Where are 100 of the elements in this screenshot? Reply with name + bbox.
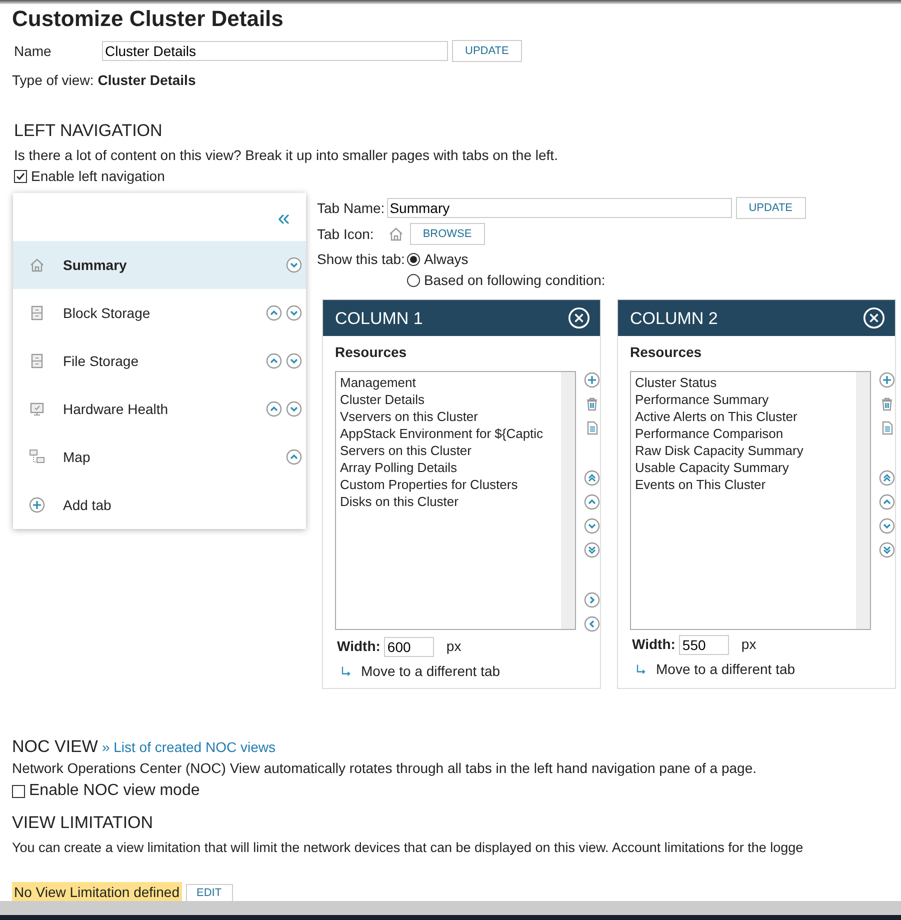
- resource-item[interactable]: Custom Properties for Clusters: [340, 476, 518, 494]
- collapse-button[interactable]: «: [278, 200, 290, 234]
- radio-button[interactable]: [406, 253, 420, 266]
- navigation-tab[interactable]: Hardware Health: [13, 385, 306, 434]
- section-description: Is there a lot of content on this view? Break it up into smaller pages with tabs on the left.: [13, 146, 559, 166]
- show-tab-label: Show this tab:: [317, 250, 405, 270]
- tab-name-label: Tab Name:: [317, 198, 385, 218]
- resource-item[interactable]: Cluster Details: [340, 391, 425, 408]
- home-icon: [388, 226, 404, 242]
- resources-label: Resources: [335, 343, 408, 362]
- horizontal-scrollbar[interactable]: [0, 901, 901, 915]
- section-heading: LEFT NAVIGATION: [13, 121, 164, 142]
- resource-item[interactable]: Active Alerts on This Cluster: [635, 408, 798, 426]
- move-bottom-icon[interactable]: [879, 542, 895, 558]
- update-button[interactable]: UPDATE: [452, 40, 522, 62]
- checkbox[interactable]: [12, 784, 25, 798]
- unit-label: px: [446, 637, 462, 656]
- limitation-status: No View Limitation defined: [12, 882, 182, 904]
- move-down-icon[interactable]: [286, 401, 302, 418]
- move-up-icon[interactable]: [286, 449, 302, 466]
- move-down-icon[interactable]: [584, 518, 600, 534]
- resource-item[interactable]: Performance Comparison: [635, 425, 784, 442]
- name-input[interactable]: Cluster Details: [102, 41, 448, 61]
- radio-label: Based on following condition:: [424, 271, 606, 290]
- navigation-tab[interactable]: Block Storage: [13, 289, 306, 338]
- home-icon: [29, 257, 45, 274]
- resource-item[interactable]: Performance Summary: [635, 391, 769, 408]
- resource-item[interactable]: Usable Capacity Summary: [635, 459, 789, 476]
- radio-label: Always: [424, 250, 468, 270]
- resource-item[interactable]: Cluster Status: [635, 374, 717, 392]
- resource-item[interactable]: Array Polling Details: [340, 459, 458, 476]
- move-down-icon[interactable]: [286, 257, 302, 274]
- plus-icon: [29, 497, 45, 514]
- navigation-tab[interactable]: Summary: [13, 241, 306, 290]
- listbox-scrollbar[interactable]: [856, 372, 870, 630]
- resource-item[interactable]: Raw Disk Capacity Summary: [635, 442, 804, 460]
- resource-listbox[interactable]: Cluster Status Performance Summary Active Alerts on This Cluster Performance Comparison Raw Disk Capacity Summary Usable Capacity Summary Events on This Cluster: [630, 371, 871, 630]
- move-tab-link[interactable]: Move to a different tab: [361, 661, 500, 682]
- section-description: Network Operations Center (NOC) View automatically rotates through all tabs in the left hand navigation pane of a page.: [12, 759, 758, 778]
- move-up-icon[interactable]: [584, 494, 600, 510]
- navigation-tab[interactable]: File Storage: [13, 337, 306, 386]
- navigation-tab[interactable]: Map: [13, 433, 306, 482]
- section-description: You can create a view limitation that will limit the network devices that can be displayed on this view. Account limitations for the logge: [12, 838, 804, 857]
- move-down-icon[interactable]: [286, 305, 302, 322]
- move-tab-link[interactable]: Move to a different tab: [656, 659, 796, 680]
- cabinet-icon: [29, 353, 45, 370]
- column-title: COLUMN 2: [630, 308, 718, 330]
- add-icon[interactable]: [584, 372, 600, 388]
- checkbox-label: Enable NOC view mode: [29, 781, 200, 802]
- section-heading: NOC VIEW: [12, 737, 98, 758]
- delete-icon[interactable]: [879, 396, 895, 412]
- cabinet-icon: [29, 305, 45, 322]
- name-label: Name: [13, 42, 52, 60]
- network-icon: [29, 449, 45, 466]
- edit-button[interactable]: EDIT: [186, 884, 233, 902]
- resource-item[interactable]: Management: [340, 374, 416, 392]
- resource-listbox[interactable]: Management Cluster Details Vservers on this Cluster AppStack Environment for ${Captic Servers on this Cluster Array Polling Details Custom Properties for Clusters Disks on this Cluster: [335, 371, 576, 630]
- add-icon[interactable]: [879, 372, 895, 388]
- resource-item[interactable]: Vservers on this Cluster: [340, 408, 478, 426]
- resource-item[interactable]: Disks on this Cluster: [340, 493, 458, 510]
- move-top-icon[interactable]: [879, 470, 895, 486]
- width-input[interactable]: 600: [384, 636, 434, 657]
- tab-icon-label: Tab Icon:: [317, 224, 374, 244]
- return-arrow-icon: [339, 664, 353, 679]
- resources-label: Resources: [630, 343, 703, 362]
- checkbox[interactable]: [14, 170, 27, 184]
- delete-icon[interactable]: [584, 396, 600, 412]
- browse-button[interactable]: BROWSE: [410, 223, 485, 246]
- move-down-icon[interactable]: [879, 518, 895, 534]
- move-up-icon[interactable]: [266, 401, 282, 418]
- move-bottom-icon[interactable]: [584, 542, 600, 558]
- width-label: Width:: [632, 635, 676, 654]
- unit-label: px: [741, 635, 756, 654]
- update-button[interactable]: UPDATE: [736, 197, 806, 220]
- column-title: COLUMN 1: [335, 308, 423, 330]
- close-icon[interactable]: [863, 307, 885, 330]
- checkbox-label: Enable left navigation: [31, 167, 165, 186]
- add-tab-link[interactable]: Add tab: [13, 481, 306, 530]
- move-up-icon[interactable]: [266, 353, 282, 370]
- move-up-icon[interactable]: [879, 494, 895, 510]
- type-of-view-value: Cluster Details: [98, 71, 196, 90]
- listbox-scrollbar[interactable]: [561, 372, 575, 630]
- section-heading: VIEW LIMITATION: [12, 813, 154, 834]
- resource-item[interactable]: AppStack Environment for ${Captic: [340, 425, 544, 442]
- width-label: Width:: [337, 637, 380, 656]
- return-arrow-icon: [634, 662, 648, 677]
- resource-item[interactable]: Servers on this Cluster: [340, 442, 472, 460]
- close-icon[interactable]: [568, 307, 590, 330]
- monitor-icon: [29, 401, 45, 418]
- move-right-icon[interactable]: [584, 592, 600, 608]
- move-up-icon[interactable]: [266, 305, 282, 322]
- tab-name-input[interactable]: Summary: [386, 198, 732, 218]
- move-left-icon[interactable]: [584, 616, 600, 632]
- resource-item[interactable]: Events on This Cluster: [635, 476, 766, 494]
- type-of-view-label: Type of view:: [12, 71, 94, 90]
- move-down-icon[interactable]: [286, 353, 302, 370]
- width-input[interactable]: 550: [679, 634, 730, 655]
- noc-views-link[interactable]: » List of created NOC views: [102, 737, 276, 758]
- move-top-icon[interactable]: [584, 470, 600, 486]
- radio-button[interactable]: [406, 274, 420, 288]
